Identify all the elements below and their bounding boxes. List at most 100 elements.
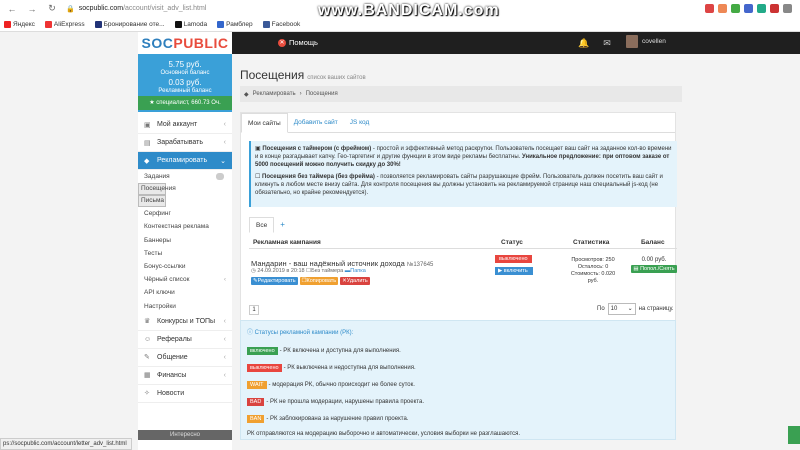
reload-icon[interactable]: ↻ bbox=[46, 3, 58, 14]
tab-add-site[interactable]: Добавить сайт bbox=[288, 113, 344, 132]
per-page-value: 10 bbox=[610, 306, 618, 312]
sidebar-subitem-letters[interactable]: Письма bbox=[138, 195, 166, 208]
sidebar-subitem-surfing[interactable]: Серфинг bbox=[138, 207, 232, 220]
enable-label: включить bbox=[503, 268, 528, 274]
sidebar-item-finance[interactable]: ▦ Финансы ‹ bbox=[138, 367, 232, 385]
page-title: Посещения список ваших сайтов bbox=[240, 68, 366, 82]
sidebar-subitem-label: Тесты bbox=[144, 249, 163, 257]
enable-button[interactable]: ▶ включить bbox=[495, 267, 533, 275]
legend-text: - РК заблокирована за нарушение правил п… bbox=[266, 415, 409, 422]
campaign-folder[interactable]: Папка bbox=[350, 268, 366, 274]
url-path: /account/visit_adv_list.html bbox=[123, 5, 207, 12]
bookmark-item[interactable]: Facebook bbox=[262, 21, 301, 28]
filter-tabs: Все + bbox=[249, 217, 291, 233]
bookmark-label: AliExpress bbox=[53, 21, 85, 28]
copy-label: Копировать bbox=[306, 278, 337, 284]
sidebar-subitem-label: Задания bbox=[144, 173, 170, 181]
campaign-balance: 0.00 руб. bbox=[641, 257, 667, 263]
delete-label: Удалить bbox=[346, 278, 368, 284]
header-icons: 🔔 ✉ bbox=[578, 38, 611, 49]
sidebar-subitem-tests[interactable]: Тесты bbox=[138, 247, 232, 260]
bookmark-icon bbox=[262, 21, 270, 28]
lock-icon: 🔒 bbox=[66, 5, 75, 13]
browser-status-bar: ps://socpublic.com/account/letter_adv_li… bbox=[0, 438, 132, 450]
ad-balance-value: 0.03 руб. bbox=[168, 78, 202, 87]
sidebar-subitem-settings[interactable]: Настройки bbox=[138, 300, 232, 313]
url-field[interactable]: socpublic.com/account/visit_adv_list.htm… bbox=[79, 5, 207, 12]
url-host: socpublic.com bbox=[78, 5, 124, 12]
tab-js-code[interactable]: JS код bbox=[344, 113, 376, 132]
bookmarks-bar: Яндекс AliExpress Бронирование оте... La… bbox=[0, 18, 800, 31]
campaign-name[interactable]: Мандарин - ваш надёжный источник дохода … bbox=[251, 259, 433, 268]
main-content: Посещения список ваших сайтов ◆ Рекламиро… bbox=[232, 54, 800, 450]
campaign-title: Мандарин - ваш надёжный источник дохода bbox=[251, 259, 405, 268]
bookmark-icon bbox=[4, 21, 11, 28]
avatar bbox=[626, 35, 638, 48]
breadcrumb-item[interactable]: Рекламировать bbox=[253, 91, 296, 97]
sidebar-subitem-context[interactable]: Контекстная реклама bbox=[138, 220, 232, 233]
status-cell: выключено bbox=[495, 255, 532, 263]
chevron-down-icon: ⌄ bbox=[220, 157, 226, 165]
per-page-select[interactable]: 10 ⌄ bbox=[607, 303, 636, 315]
site-logo[interactable]: SOCPUBLIC bbox=[138, 32, 232, 54]
sidebar-item-advertise[interactable]: ◆ Рекламировать ⌄ bbox=[138, 152, 232, 170]
pagination-page[interactable]: 1 bbox=[249, 305, 259, 315]
bullhorn-icon: ◆ bbox=[144, 157, 150, 165]
sidebar-subitem-label: API ключи bbox=[144, 289, 175, 297]
user-menu[interactable]: covellen bbox=[626, 35, 666, 48]
copy-button[interactable]: ❐Копировать bbox=[299, 277, 339, 285]
extension-icon[interactable] bbox=[718, 4, 727, 13]
specialist-badge[interactable]: ★ специалист, 660.73 Оч. bbox=[138, 96, 232, 110]
extension-icon[interactable] bbox=[731, 4, 740, 13]
sidebar-subitem-api-keys[interactable]: API ключи bbox=[138, 286, 232, 299]
add-folder-button[interactable]: + bbox=[274, 217, 291, 233]
delete-button[interactable]: ✕Удалить bbox=[340, 277, 370, 285]
username: covellen bbox=[642, 38, 666, 45]
bookmark-item[interactable]: AliExpress bbox=[44, 21, 85, 28]
sidebar-item-contests[interactable]: ♛ Конкурсы и ТОПы ‹ bbox=[138, 313, 232, 331]
extension-icon[interactable] bbox=[757, 4, 766, 13]
chevron-icon: ‹ bbox=[223, 139, 226, 146]
legend-badge: BAN bbox=[247, 414, 265, 423]
sidebar-subitem-banners[interactable]: Баннеры bbox=[138, 234, 232, 247]
per-page-control: По 10 ⌄ на страницу. bbox=[597, 303, 674, 315]
sidebar-item-account[interactable]: ▣ Мой аккаунт ‹ bbox=[138, 116, 232, 134]
bookmark-label: Facebook bbox=[271, 21, 301, 28]
site-header: SOCPUBLIC ✕ Помощь 🔔 ✉ covellen bbox=[138, 32, 800, 54]
bookmark-item[interactable]: Бронирование оте... bbox=[94, 21, 165, 28]
extension-icon[interactable] bbox=[744, 4, 753, 13]
tab-all[interactable]: Все bbox=[249, 217, 275, 233]
sidebar-item-earn[interactable]: ▤ Зарабатывать ‹ bbox=[138, 134, 232, 152]
sidebar: 5.75 руб. Основной баланс 0.03 руб. Рекл… bbox=[138, 54, 232, 450]
tab-my-sites[interactable]: Мои сайты bbox=[241, 113, 288, 133]
campaign-date: 24.09.2019 в 20:18 bbox=[257, 268, 305, 274]
sidebar-subitem-blacklist[interactable]: Чёрный список ‹ bbox=[138, 273, 232, 286]
sidebar-item-communication[interactable]: ✎ Общение ‹ bbox=[138, 349, 232, 367]
sidebar-subitem-visits[interactable]: Посещения bbox=[138, 183, 176, 196]
legend-item: выключено - РК выключена и недоступна дл… bbox=[247, 359, 669, 376]
sidebar-item-label: Общение bbox=[157, 353, 188, 361]
messages-icon[interactable]: ✉ bbox=[603, 38, 611, 49]
sidebar-item-referrals[interactable]: ☺ Рефералы ‹ bbox=[138, 331, 232, 349]
extension-icon[interactable] bbox=[770, 4, 779, 13]
forward-icon[interactable]: → bbox=[26, 4, 38, 14]
bookmark-item[interactable]: Яндекс bbox=[4, 21, 35, 28]
bookmark-item[interactable]: Рамблер bbox=[217, 21, 253, 28]
sidebar-subitem-label: Контекстная реклама bbox=[144, 223, 209, 231]
sidebar-subitem-tasks[interactable]: Задания bbox=[138, 170, 232, 183]
floating-widget[interactable] bbox=[788, 426, 800, 444]
chevron-icon: ‹ bbox=[223, 317, 226, 325]
sidebar-subitem-label: Серфинг bbox=[144, 210, 171, 218]
table-header: Рекламная кампания Статус Статистика Бал… bbox=[249, 239, 677, 249]
checkbox-icon: ☐ bbox=[255, 174, 263, 180]
menu-icon[interactable] bbox=[783, 4, 792, 13]
notifications-icon[interactable]: 🔔 bbox=[578, 38, 589, 49]
extension-icon[interactable] bbox=[705, 4, 714, 13]
sidebar-item-news[interactable]: ✧ Новости bbox=[138, 385, 232, 403]
edit-button[interactable]: ✎Редактировать bbox=[251, 277, 298, 285]
help-link[interactable]: ✕ Помощь bbox=[278, 38, 318, 47]
bookmark-item[interactable]: Lamoda bbox=[174, 21, 207, 28]
sidebar-subitem-bonus-links[interactable]: Бонус-ссылки bbox=[138, 260, 232, 273]
back-icon[interactable]: ← bbox=[6, 4, 18, 14]
topup-button[interactable]: ▤ Попол./Снять bbox=[631, 265, 677, 273]
